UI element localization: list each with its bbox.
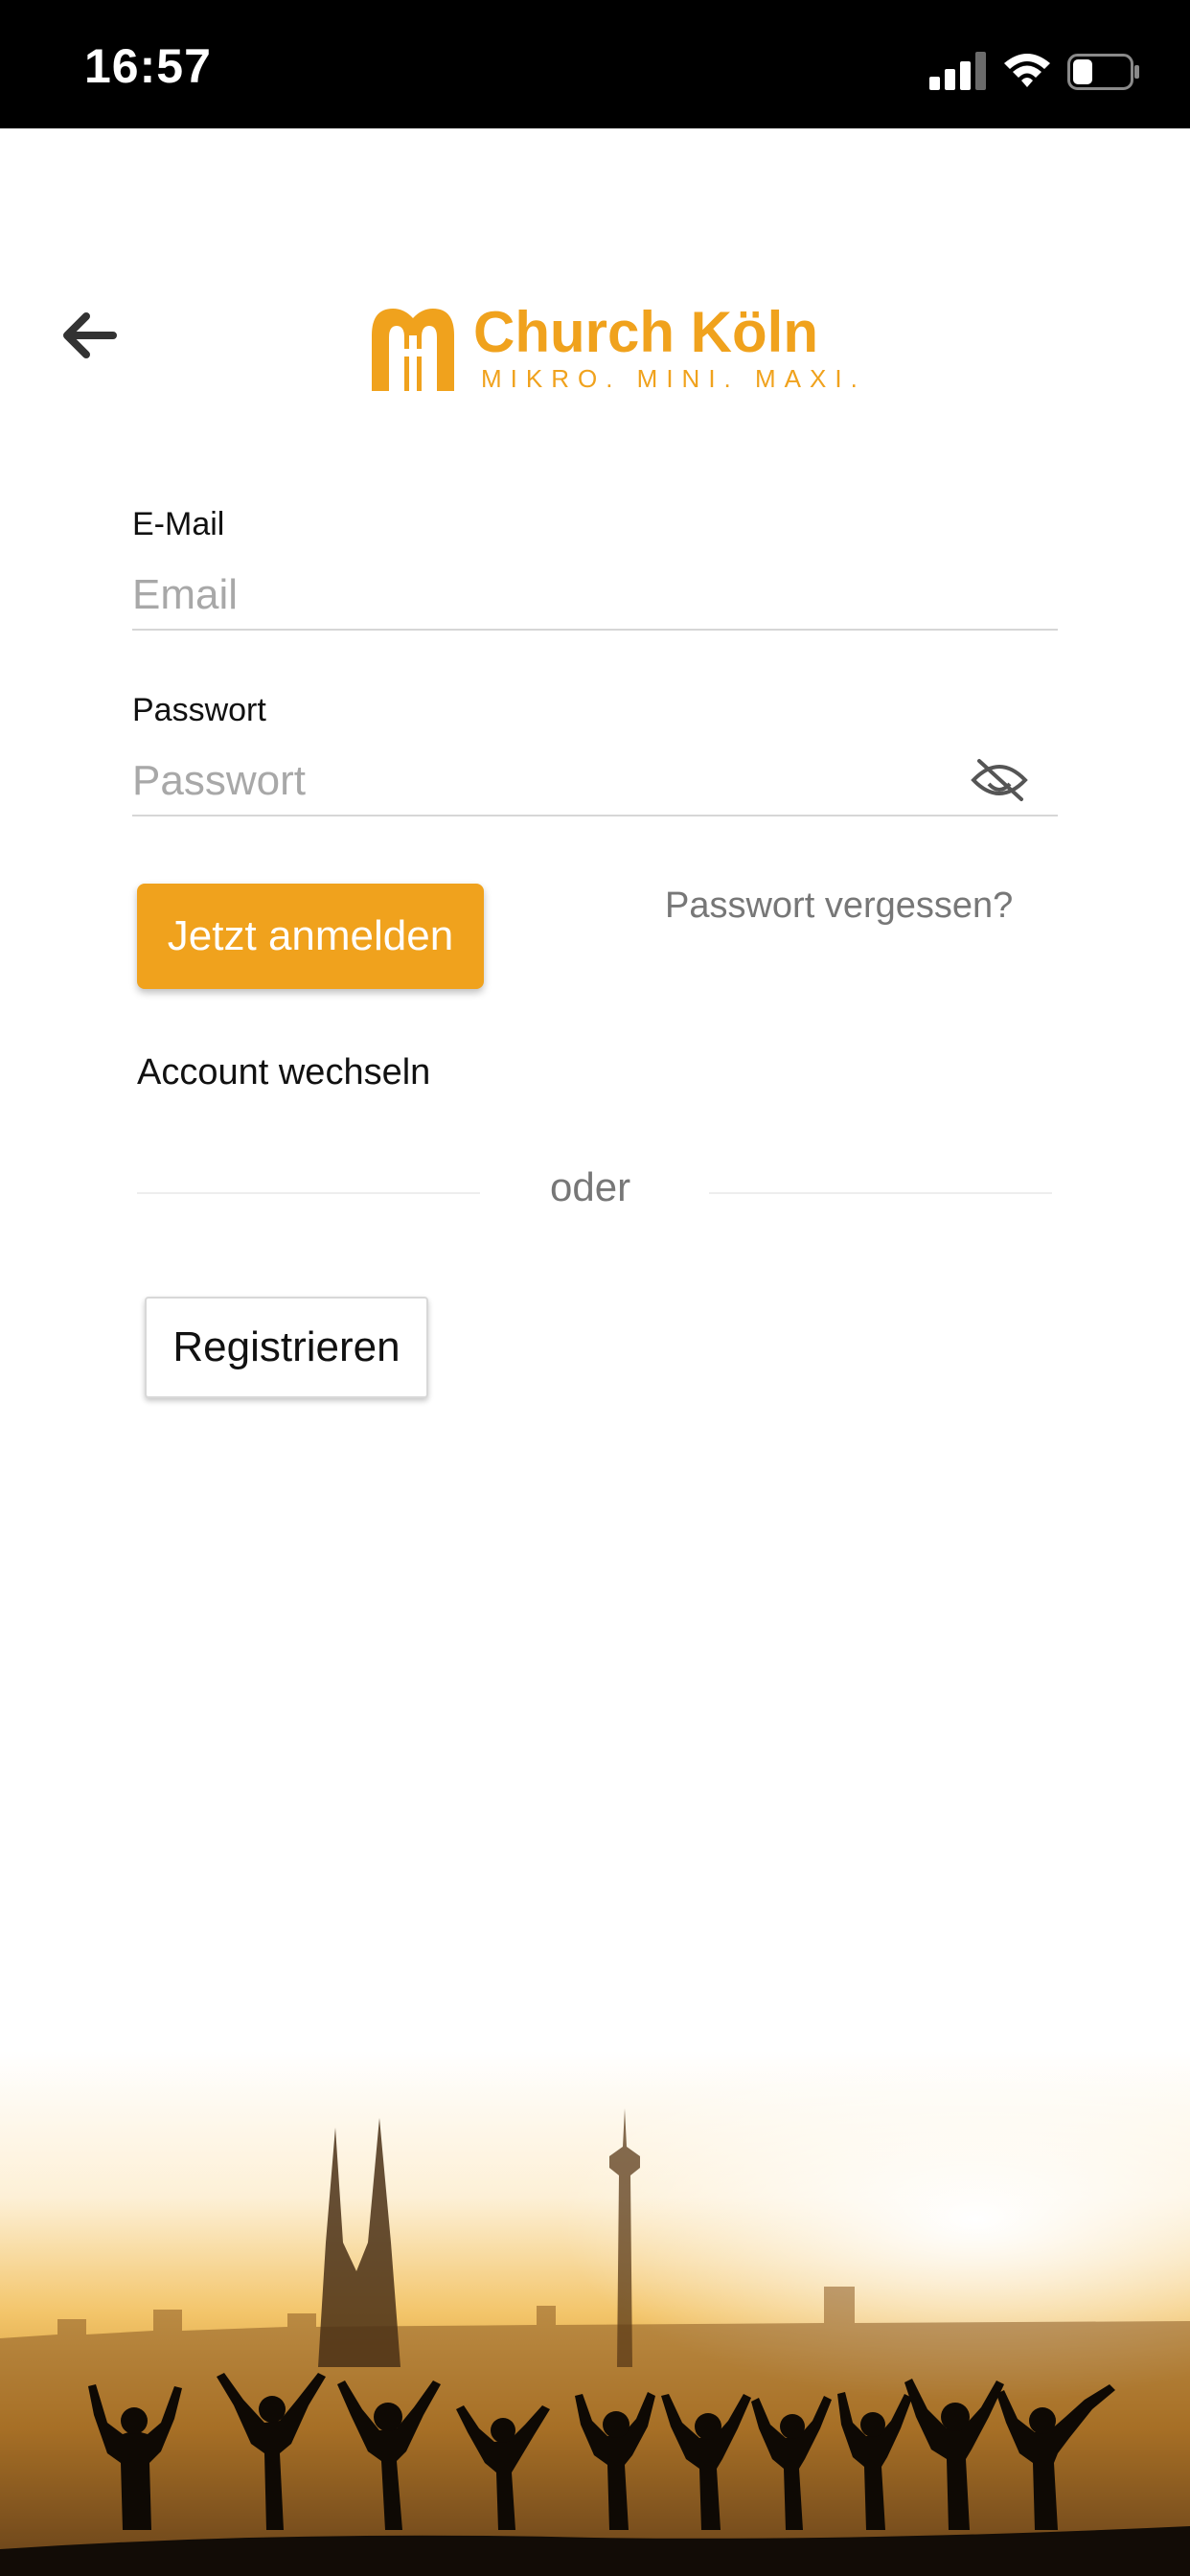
eye-slash-icon[interactable] <box>970 757 1029 803</box>
email-field[interactable] <box>132 562 1058 631</box>
forgot-password-link[interactable]: Passwort vergessen? <box>665 886 1013 927</box>
battery-icon <box>1067 54 1139 90</box>
register-button[interactable]: Registrieren <box>145 1297 428 1398</box>
cologne-skyline-silhouette-people-image <box>0 2051 1190 2576</box>
password-field[interactable] <box>132 748 1058 816</box>
arrow-left-icon <box>63 312 117 358</box>
logo-tagline: MIKRO. MINI. MAXI. <box>481 364 866 393</box>
divider-text: oder <box>550 1164 631 1209</box>
church-logo-icon <box>372 309 454 391</box>
status-time: 16:57 <box>84 39 212 93</box>
switch-account-link[interactable]: Account wechseln <box>137 1052 430 1093</box>
divider-left <box>137 1192 480 1194</box>
church-koeln-logo: Church Köln MIKRO. MINI. MAXI. <box>372 300 858 401</box>
email-label: E-Mail <box>132 506 225 542</box>
password-label: Passwort <box>132 692 266 728</box>
logo-text: Church Köln <box>473 300 818 364</box>
login-button[interactable]: Jetzt anmelden <box>137 884 484 989</box>
divider-right <box>709 1192 1052 1194</box>
cellular-signal-icon <box>929 50 989 90</box>
status-bar: 16:57 <box>0 0 1190 128</box>
back-button[interactable] <box>57 307 125 364</box>
wifi-icon <box>1004 54 1050 87</box>
